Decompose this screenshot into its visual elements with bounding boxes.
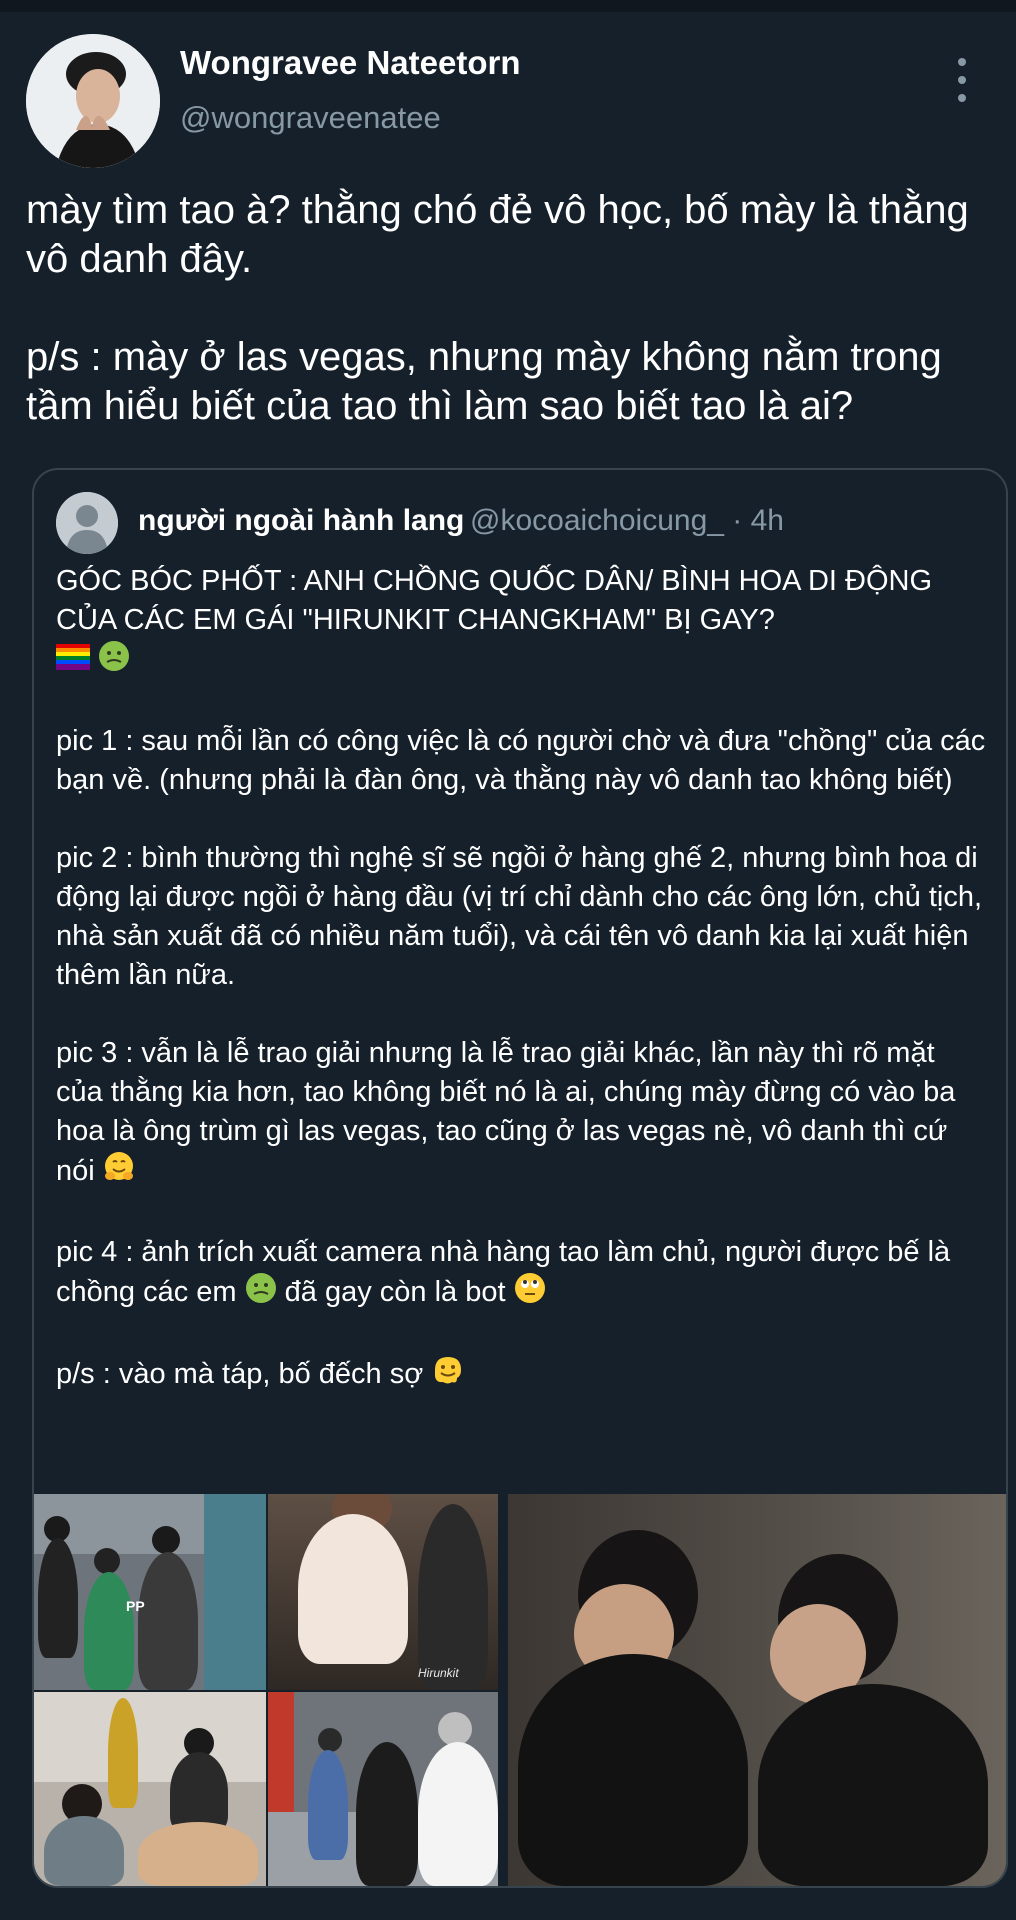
photo-award-ceremony[interactable] (34, 1692, 266, 1886)
more-options-icon[interactable] (946, 58, 978, 102)
quoted-tweet-card[interactable]: người ngoài hành lang @kocoaichoicung_ ·… (32, 468, 1008, 1888)
tweet-line: mày tìm tao à? thằng chó đẻ vô học, bố m… (26, 188, 969, 281)
ps-text: p/s : vào mà táp, bố đếch sợ (56, 1358, 424, 1391)
photo-camera-still[interactable] (268, 1692, 498, 1886)
nauseated-face-icon (245, 1272, 277, 1315)
author-handle[interactable]: @wongraveenatee (180, 100, 441, 136)
top-status-strip (0, 0, 1016, 12)
quoted-author-name[interactable]: người ngoài hành lang (138, 504, 464, 538)
quoted-headline: GÓC BÓC PHỐT : ANH CHỒNG QUỐC DÂN/ BÌNH … (56, 565, 933, 636)
pic2-text: pic 2 : bình thường thì nghệ sĩ sẽ ngồi … (56, 842, 983, 991)
profile-photo (26, 34, 160, 168)
nauseated-face-icon (98, 640, 130, 683)
pic3-text: pic 3 : vẫn là lễ trao giải nhưng là lễ … (56, 1037, 956, 1188)
author-avatar[interactable] (26, 34, 160, 168)
eye-roll-face-icon (514, 1272, 546, 1315)
photo-walking-back[interactable]: Hirunkit (268, 1494, 498, 1690)
hugging-face-icon (103, 1151, 135, 1194)
author-name[interactable]: Wongravee Nateetorn (180, 44, 520, 82)
melting-face-icon (431, 1354, 465, 1397)
tweet-line: p/s : mày ở las vegas, nhưng mày không n… (26, 335, 942, 428)
media-grid[interactable]: PP Hirunkit (34, 1494, 1006, 1886)
watermark-pp: PP (126, 1598, 145, 1614)
default-avatar-icon[interactable] (56, 492, 118, 554)
quoted-author-handle[interactable]: @kocoaichoicung_ · 4h (470, 504, 784, 538)
quoted-text: GÓC BÓC PHỐT : ANH CHỒNG QUỐC DÂN/ BÌNH … (56, 562, 986, 1397)
watermark-hirunkit: Hirunkit (418, 1666, 459, 1680)
pic4-text-end: đã gay còn là bot (284, 1276, 506, 1309)
photo-airport[interactable]: PP (34, 1494, 266, 1690)
photo-seated-profiles[interactable] (508, 1494, 1006, 1886)
tweet-text: mày tìm tao à? thằng chó đẻ vô học, bố m… (26, 186, 1006, 431)
pic1-text: pic 1 : sau mỗi lần có công việc là có n… (56, 725, 986, 796)
rainbow-flag-icon (56, 642, 90, 681)
